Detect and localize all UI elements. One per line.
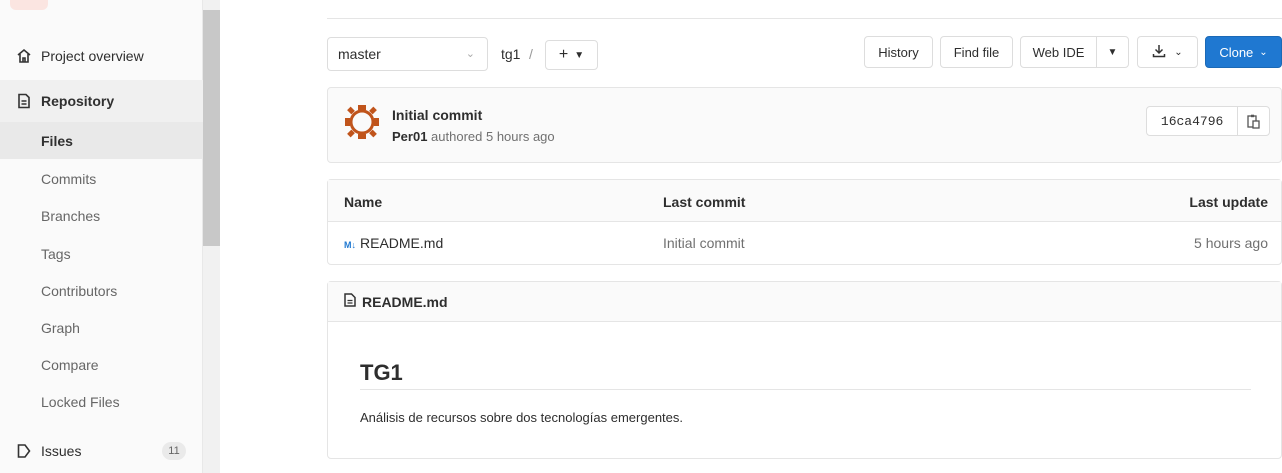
download-icon — [1152, 44, 1166, 61]
file-tree-table: Name Last commit Last update M↓ README.md… — [327, 179, 1282, 265]
document-icon — [16, 93, 32, 109]
clone-button[interactable]: Clone ⌄ — [1205, 36, 1282, 68]
project-avatar[interactable] — [10, 0, 48, 10]
web-ide-button[interactable]: Web IDE — [1020, 36, 1097, 68]
history-button[interactable]: History — [864, 36, 933, 68]
sidebar-item-label: Repository — [41, 93, 115, 109]
table-row[interactable]: M↓ README.md Initial commit 5 hours ago — [328, 222, 1281, 264]
readme-body: Análisis de recursos sobre dos tecnologí… — [360, 410, 684, 425]
chevron-down-icon: ▼ — [1107, 46, 1118, 58]
sidebar-item-project-overview[interactable]: Project overview — [0, 36, 203, 76]
download-button[interactable]: ⌄ — [1137, 36, 1198, 68]
sidebar-subitem-commits[interactable]: Commits — [0, 160, 203, 197]
sidebar-subitem-tags[interactable]: Tags — [0, 235, 203, 272]
sidebar-subitem-locked-files[interactable]: Locked Files — [0, 383, 203, 420]
header-divider — [327, 18, 1282, 19]
sidebar-item-label: Issues — [41, 443, 82, 459]
readme-divider — [360, 389, 1251, 390]
chevron-down-icon: ▼ — [574, 49, 585, 61]
find-file-button[interactable]: Find file — [940, 36, 1013, 68]
commit-author[interactable]: Per01 — [392, 129, 427, 144]
commit-title[interactable]: Initial commit — [392, 107, 482, 123]
file-name-cell[interactable]: M↓ README.md — [344, 235, 443, 251]
sidebar: Project overview Repository Files Commit… — [0, 0, 203, 473]
commit-meta: Per01 authored 5 hours ago — [392, 129, 555, 144]
copy-icon[interactable] — [1238, 107, 1269, 135]
readme-header: README.md — [328, 282, 1281, 322]
sidebar-item-issues[interactable]: Issues 11 — [0, 432, 203, 470]
last-commit-panel: Initial commit Per01 authored 5 hours ag… — [327, 87, 1282, 163]
table-header: Name Last commit Last update — [328, 180, 1281, 222]
issues-icon — [16, 443, 32, 459]
file-link[interactable]: README.md — [360, 235, 443, 251]
column-last-commit-header: Last commit — [663, 194, 746, 210]
last-update-cell: 5 hours ago — [1194, 235, 1268, 251]
sidebar-subitem-branches[interactable]: Branches — [0, 197, 203, 234]
commit-time: authored 5 hours ago — [431, 129, 555, 144]
breadcrumb-root[interactable]: tg1 — [501, 46, 520, 62]
sidebar-subitem-files[interactable]: Files — [0, 122, 203, 159]
sidebar-item-repository[interactable]: Repository — [0, 80, 203, 122]
breadcrumb-separator: / — [529, 46, 533, 62]
chevron-down-icon: ⌄ — [1174, 46, 1183, 58]
sidebar-subitem-contributors[interactable]: Contributors — [0, 272, 203, 309]
sidebar-item-label: Project overview — [41, 48, 144, 64]
last-commit-cell[interactable]: Initial commit — [663, 235, 745, 251]
sidebar-scrollbar-thumb[interactable] — [203, 10, 220, 246]
chevron-down-icon: ⌄ — [1259, 46, 1268, 58]
issues-count-badge: 11 — [162, 442, 186, 460]
plus-icon: + — [558, 46, 569, 63]
chevron-down-icon: ⌄ — [465, 48, 475, 60]
readme-heading: TG1 — [360, 360, 403, 385]
markdown-icon: M↓ — [344, 240, 356, 250]
home-icon — [16, 48, 32, 64]
document-icon — [344, 293, 356, 310]
commit-sha-group: 16ca4796 — [1146, 106, 1270, 136]
add-to-tree-button[interactable]: + ▼ — [545, 40, 598, 70]
branch-name: master — [338, 46, 381, 62]
web-ide-dropdown-button[interactable]: ▼ — [1096, 36, 1129, 68]
sidebar-subitem-graph[interactable]: Graph — [0, 309, 203, 346]
sidebar-subitem-compare[interactable]: Compare — [0, 346, 203, 383]
readme-filename[interactable]: README.md — [362, 294, 448, 310]
branch-select[interactable]: master ⌄ — [327, 37, 488, 71]
commit-sha[interactable]: 16ca4796 — [1147, 107, 1239, 135]
column-name-header: Name — [344, 194, 383, 210]
author-avatar[interactable] — [344, 104, 380, 140]
column-last-update-header: Last update — [1189, 194, 1268, 210]
clone-label: Clone — [1219, 44, 1254, 60]
readme-panel: README.md TG1 Análisis de recursos sobre… — [327, 281, 1282, 459]
